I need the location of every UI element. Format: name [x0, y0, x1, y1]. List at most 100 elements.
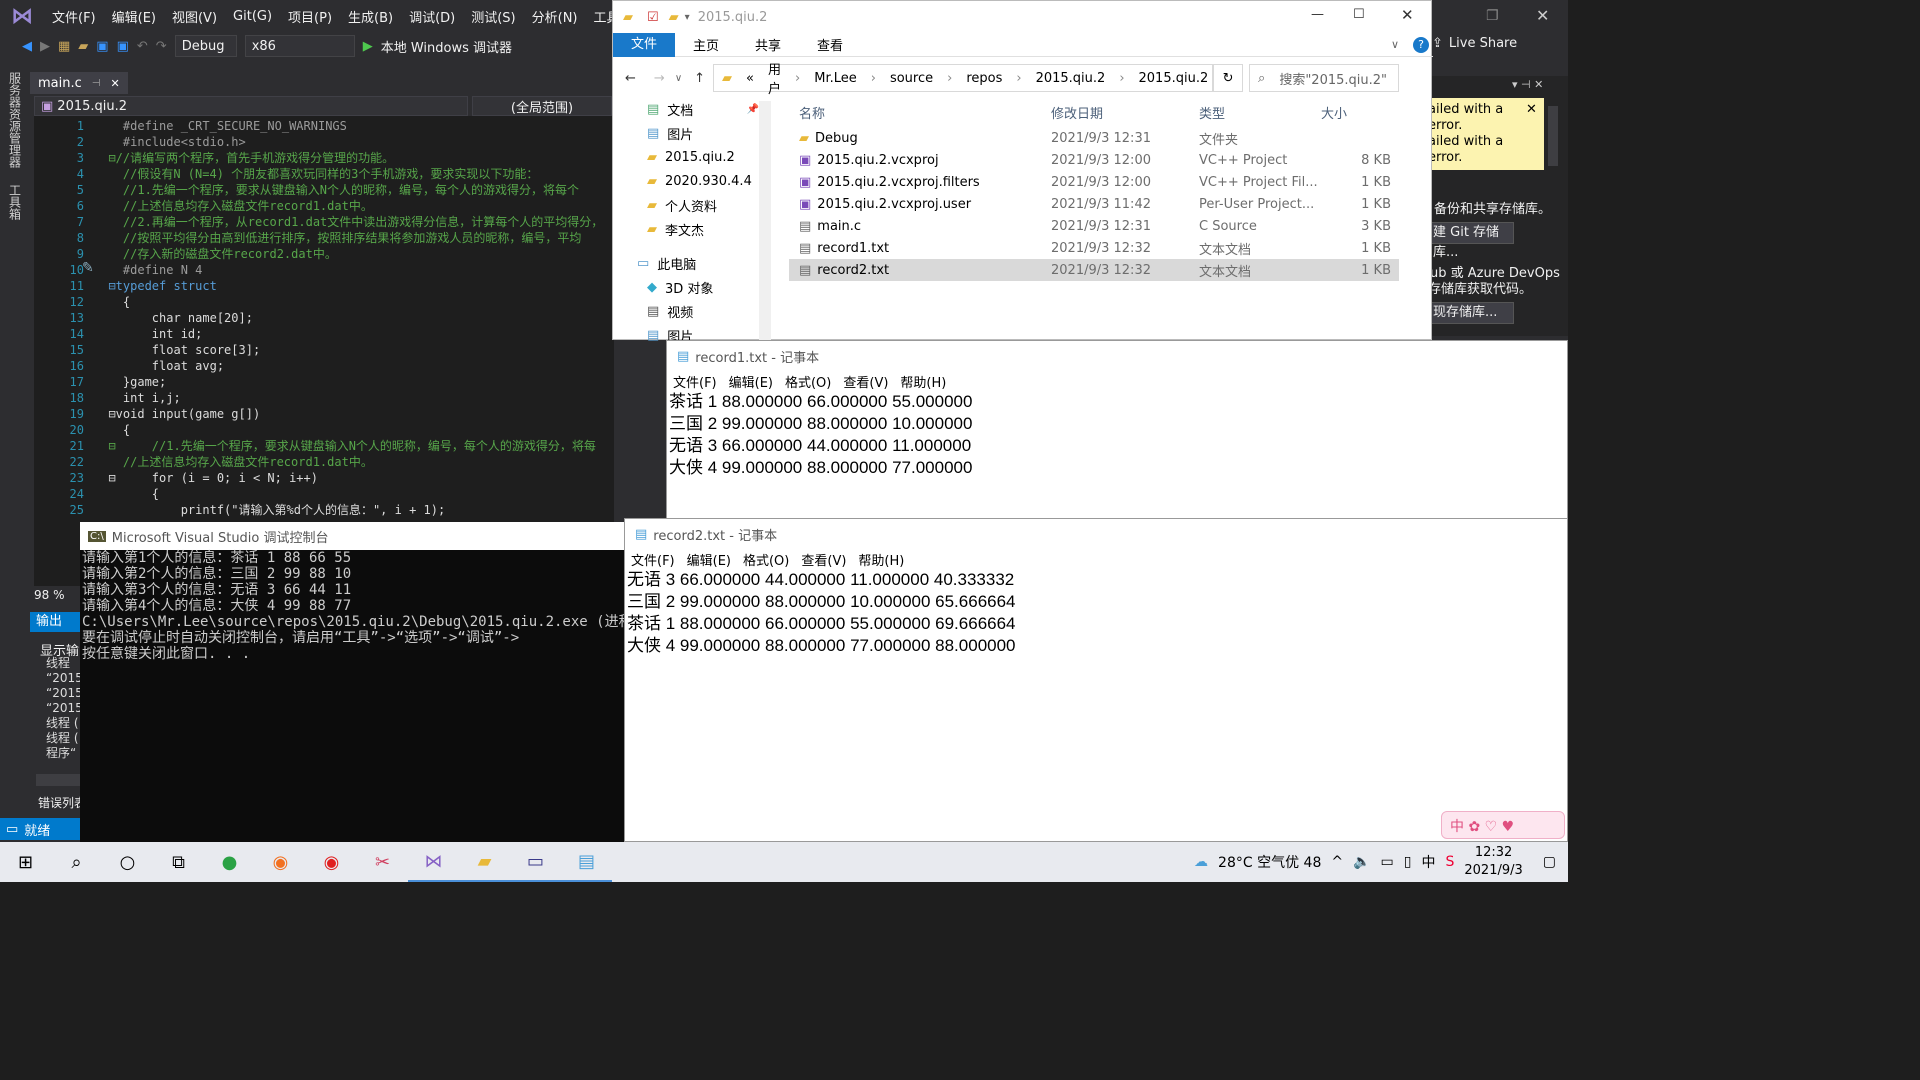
tray-expand-icon[interactable]: ^: [1331, 854, 1343, 870]
toolbox-tab[interactable]: 工具箱: [7, 184, 24, 220]
weather-text[interactable]: 28°C 空气优 48: [1218, 852, 1321, 872]
antivirus-icon[interactable]: S: [1445, 854, 1454, 870]
menu-edit[interactable]: 编辑(E): [687, 550, 731, 569]
ribbon-tab-file[interactable]: 文件: [613, 32, 676, 57]
refresh-icon[interactable]: ↻: [1213, 64, 1244, 92]
nav-item-folder[interactable]: ▰ 2020.930.4.4: [613, 169, 773, 193]
search-box[interactable]: ⌕ 搜索"2015.qiu.2": [1249, 64, 1400, 92]
column-name[interactable]: 名称: [789, 103, 1051, 122]
output-scrollbar[interactable]: [36, 774, 80, 786]
file-row[interactable]: ▤ record1.txt 2021/9/3 12:32 文本文档 1 KB: [789, 237, 1399, 259]
menu-edit[interactable]: 编辑(E): [729, 372, 773, 391]
pin-icon[interactable]: ⊣: [92, 78, 101, 89]
file-row[interactable]: ▣ 2015.qiu.2.vcxproj 2021/9/3 12:00 VC++ Pr…: [789, 149, 1399, 171]
network-icon[interactable]: ▯: [1404, 854, 1412, 870]
breadcrumb-item[interactable]: repos: [966, 71, 1002, 86]
column-type[interactable]: 类型: [1199, 103, 1321, 122]
menu-view[interactable]: 查看(V): [843, 372, 888, 391]
menu-edit[interactable]: 编辑(E): [104, 7, 164, 26]
error-list-tab[interactable]: 错误列表: [38, 794, 86, 811]
nav-item-folder[interactable]: ▰ 李文杰: [613, 217, 773, 241]
file-row[interactable]: ▣ 2015.qiu.2.vcxproj.filters 2021/9/3 12:0…: [789, 171, 1399, 193]
notepad-text-area[interactable]: 无语 3 66.000000 44.000000 11.000000 40.33…: [625, 569, 1567, 657]
ribbon-tab-home[interactable]: 主页: [675, 35, 737, 54]
start-icon[interactable]: ⊞: [0, 842, 51, 882]
pin-icon[interactable]: 📌: [747, 104, 759, 115]
console-app-icon[interactable]: ▭: [510, 842, 561, 882]
back-icon[interactable]: ←: [625, 71, 636, 86]
forward-icon[interactable]: ▶: [40, 39, 50, 54]
notepad-text-area[interactable]: 茶话 1 88.000000 66.000000 55.000000 三国 2 …: [667, 391, 1567, 479]
snipping-icon[interactable]: ✂: [357, 842, 408, 882]
action-center-icon[interactable]: ▢: [1543, 854, 1556, 870]
notepad-app-icon[interactable]: ▤: [561, 842, 612, 882]
tab-main-c[interactable]: main.c ⊣ ✕: [30, 72, 128, 94]
close-icon[interactable]: ✕: [1401, 6, 1414, 24]
open-folder-icon[interactable]: ▰: [78, 39, 88, 54]
ribbon-tab-share[interactable]: 共享: [737, 35, 799, 54]
tab-close-icon[interactable]: ✕: [110, 77, 119, 90]
menu-help[interactable]: 帮助(H): [900, 372, 946, 391]
menu-view[interactable]: 查看(V): [801, 550, 846, 569]
nav-item-this-pc[interactable]: ▭ 此电脑: [613, 251, 773, 275]
visual-studio-icon[interactable]: ⋈: [408, 842, 459, 882]
search-icon[interactable]: ⌕: [51, 842, 102, 882]
menu-debug[interactable]: 调试(D): [401, 7, 463, 26]
back-icon[interactable]: ◀: [22, 39, 32, 54]
run-debugger-button[interactable]: 本地 Windows 调试器: [381, 37, 512, 56]
run-icon[interactable]: ▶: [363, 39, 373, 54]
save-all-icon[interactable]: ▣: [117, 39, 129, 54]
menu-file[interactable]: 文件(F): [673, 372, 717, 391]
maximize-icon[interactable]: ☐: [1353, 7, 1365, 22]
menu-file[interactable]: 文件(F): [631, 550, 675, 569]
address-bar[interactable]: ▰ « 用户 › Mr.Lee › source › repos › 2015.…: [713, 63, 1214, 97]
new-folder-icon[interactable]: ▰: [669, 10, 679, 25]
menu-format[interactable]: 格式(O): [743, 550, 789, 569]
close-icon[interactable]: ✕: [1536, 6, 1549, 25]
netease-music-icon[interactable]: ◉: [306, 842, 357, 882]
zoom-level[interactable]: 98 %: [34, 588, 65, 602]
battery-icon[interactable]: ▭: [1381, 854, 1394, 870]
panel-controls[interactable]: ▾ ⊣ ✕: [1512, 78, 1543, 91]
live-share-button[interactable]: ⇪ Live Share: [1432, 36, 1517, 51]
menu-file[interactable]: 文件(F): [44, 7, 104, 26]
config-select[interactable]: Debug: [174, 35, 237, 57]
restore-icon[interactable]: ❐: [1486, 8, 1499, 24]
menu-test[interactable]: 测试(S): [463, 7, 523, 26]
nav-item-folder[interactable]: ▰ 个人资料: [613, 193, 773, 217]
nav-item-pictures[interactable]: ▤ 图片: [613, 121, 773, 145]
server-explorer-tab[interactable]: 服务器资源管理器: [7, 72, 24, 168]
nav-item-documents[interactable]: ▤ 文档 📌: [613, 97, 773, 121]
code-editor[interactable]: 1 #define _CRT_SECURE_NO_WARNINGS 2 #incl…: [34, 116, 614, 586]
nav-item-3d-objects[interactable]: ◆ 3D 对象: [613, 275, 773, 299]
undo-icon[interactable]: ↶: [137, 39, 148, 54]
cortana-icon[interactable]: ○: [102, 842, 153, 882]
file-row[interactable]: ▤ record2.txt 2021/9/3 12:32 文本文档 1 KB: [789, 259, 1399, 281]
volume-icon[interactable]: 🔈: [1353, 854, 1370, 870]
menu-format[interactable]: 格式(O): [785, 372, 831, 391]
quick-access-dropdown-icon[interactable]: ▾: [685, 12, 690, 23]
firefox-icon[interactable]: ◉: [255, 842, 306, 882]
nav-scrollbar[interactable]: [759, 101, 771, 341]
properties-icon[interactable]: ☑: [647, 10, 659, 25]
notification-close-icon[interactable]: ✕: [1526, 102, 1537, 117]
forward-icon[interactable]: →: [654, 71, 665, 86]
nav-item-videos[interactable]: ▤ 视频: [613, 299, 773, 323]
file-explorer-icon[interactable]: ▰: [459, 842, 510, 882]
file-row[interactable]: ▰ Debug 2021/9/3 12:31 文件夹: [789, 127, 1399, 149]
column-date[interactable]: 修改日期: [1051, 103, 1199, 122]
menu-view[interactable]: 视图(V): [164, 7, 225, 26]
file-row[interactable]: ▣ 2015.qiu.2.vcxproj.user 2021/9/3 11:42 Pe…: [789, 193, 1399, 215]
breadcrumb-item[interactable]: 2015.qiu.2: [1139, 71, 1209, 86]
breadcrumb-item[interactable]: Mr.Lee: [814, 71, 857, 86]
redo-icon[interactable]: ↷: [156, 39, 167, 54]
column-size[interactable]: 大小: [1321, 103, 1391, 122]
console-output[interactable]: 请输入第1个人的信息：茶话 1 88 66 55 请输入第2个人的信息：三国 2…: [80, 550, 633, 662]
menu-project[interactable]: 项目(P): [280, 7, 340, 26]
scope-dropdown[interactable]: (全局范围): [472, 96, 612, 116]
existing-repo-button[interactable]: 现存储库...: [1428, 302, 1514, 324]
project-dropdown[interactable]: ▣ 2015.qiu.2: [34, 96, 468, 116]
minimize-icon[interactable]: —: [1311, 7, 1324, 22]
menu-analyze[interactable]: 分析(N): [524, 7, 586, 26]
panel-scrollbar[interactable]: [1548, 106, 1558, 166]
